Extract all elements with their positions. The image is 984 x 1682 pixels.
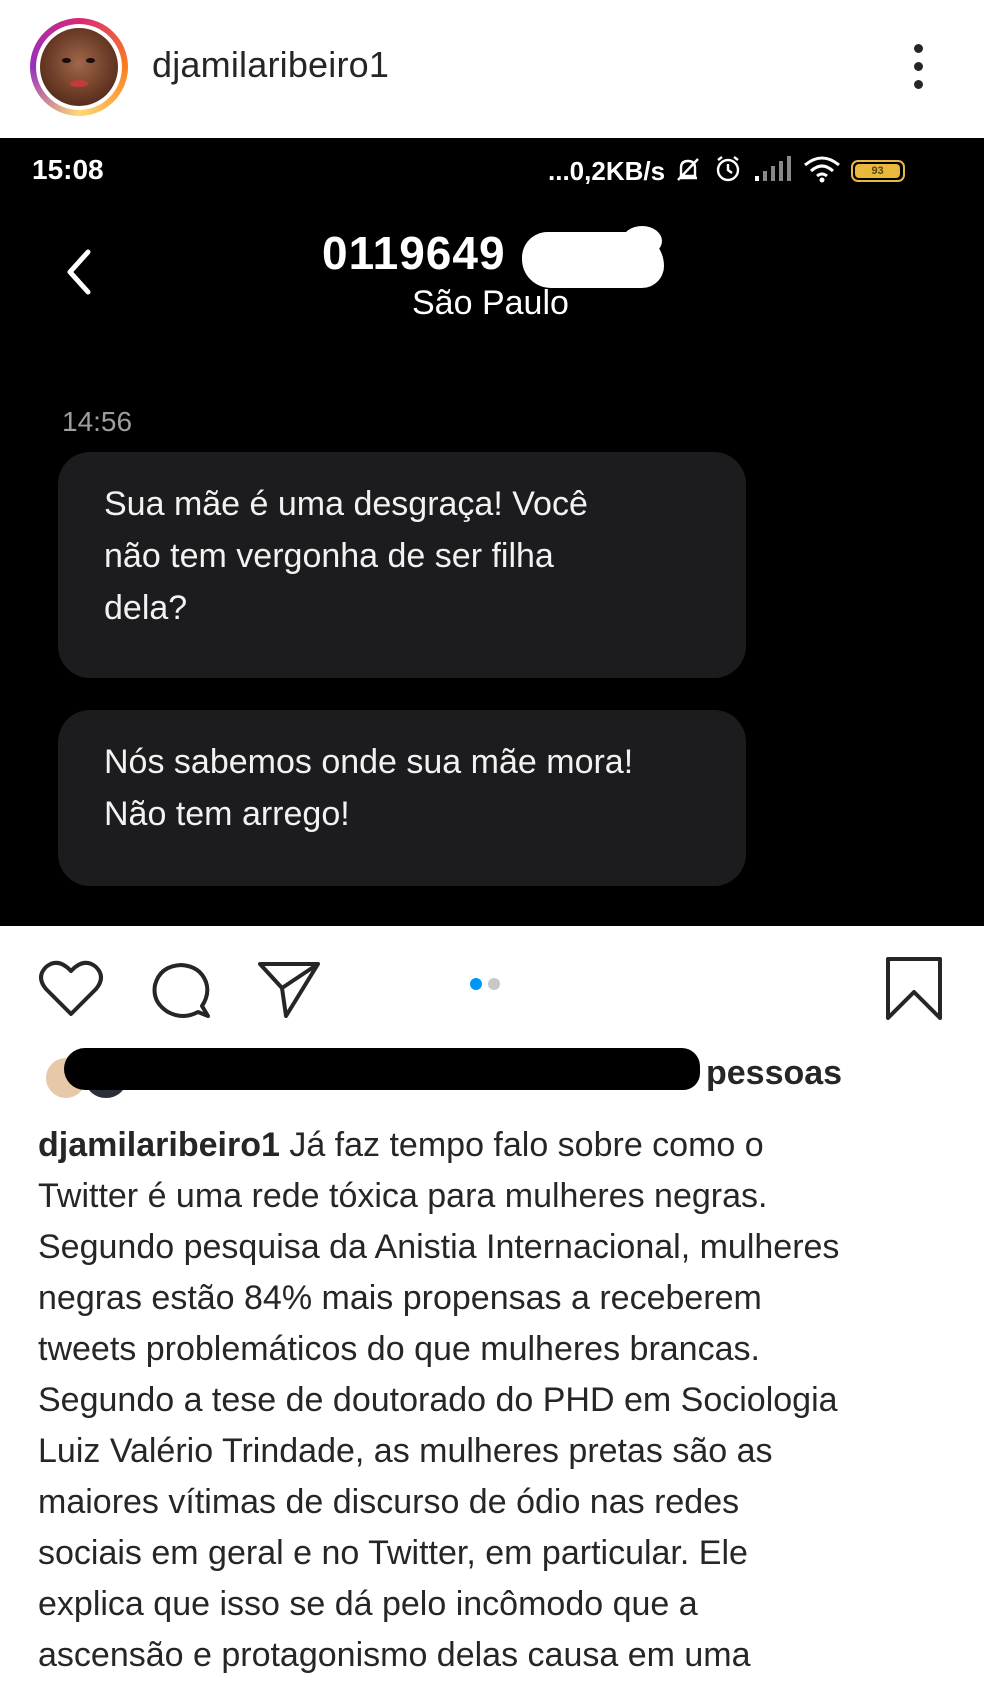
message-bubble: Sua mãe é uma desgraça! Você não tem ver…	[58, 452, 746, 678]
status-bar-icons: ...0,2KB/s 93	[548, 154, 906, 189]
comment-icon[interactable]	[150, 960, 212, 1025]
post-action-bar	[0, 926, 984, 1046]
heart-icon[interactable]	[38, 958, 104, 1023]
more-vertical-icon[interactable]	[906, 42, 930, 92]
post-image-sms-screenshot: 15:08 ...0,2KB/s 93 0119649 São Paulo 14…	[0, 138, 984, 926]
avatar-border	[36, 24, 122, 110]
battery-icon: 93	[851, 160, 906, 182]
alarm-icon	[713, 154, 743, 189]
bell-off-icon	[673, 154, 703, 189]
post-header: djamilaribeiro1	[0, 0, 984, 138]
likes-text: pessoas	[706, 1054, 843, 1092]
avatar[interactable]	[30, 18, 128, 116]
network-speed: ...0,2KB/s	[548, 155, 666, 186]
caption-text: Já faz tempo falo sobre como o Twitter é…	[38, 1126, 840, 1674]
carousel-dot-active	[470, 978, 482, 990]
message-timestamp: 14:56	[62, 406, 133, 437]
avatar-photo	[40, 28, 118, 106]
back-arrow-icon[interactable]	[60, 242, 100, 302]
redaction-mark	[522, 226, 664, 288]
caption-username[interactable]: djamilaribeiro1	[38, 1126, 280, 1164]
post-caption: djamilaribeiro1 Já faz tempo falo sobre …	[38, 1120, 958, 1681]
bookmark-icon[interactable]	[884, 956, 944, 1027]
avatar-eye	[62, 58, 71, 63]
carousel-indicator	[470, 978, 500, 990]
wifi-icon	[803, 155, 841, 188]
avatar-eye	[86, 58, 95, 63]
share-icon[interactable]	[256, 958, 322, 1023]
likes-summary[interactable]: pessoas	[0, 1046, 984, 1106]
signal-icon	[753, 155, 793, 187]
post-username[interactable]: djamilaribeiro1	[152, 44, 389, 86]
battery-level: 93	[855, 164, 901, 178]
contact-location: São Paulo	[412, 284, 569, 322]
status-time: 15:08	[32, 154, 104, 185]
contact-number: 0119649	[322, 227, 506, 279]
avatar-lips	[70, 80, 88, 87]
redaction-mark	[64, 1048, 700, 1090]
carousel-dot	[488, 978, 500, 990]
message-bubble: Nós sabemos onde sua mãe mora! Não tem a…	[58, 710, 746, 886]
